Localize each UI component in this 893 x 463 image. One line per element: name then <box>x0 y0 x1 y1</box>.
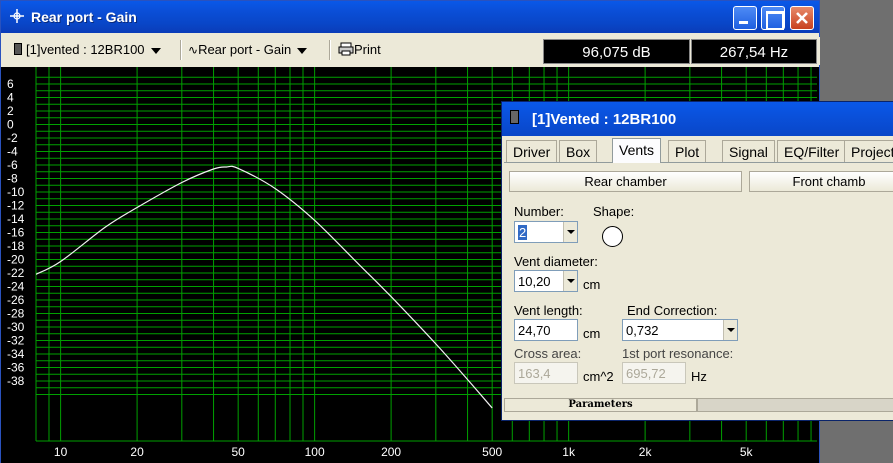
y-tick-label: -4 <box>7 145 18 159</box>
y-tick-label: -14 <box>7 212 25 226</box>
port-resonance-field: 695,72 <box>622 362 686 384</box>
desktop: Rear port - Gain [1]vented : 12BR100 ∿Re… <box>0 0 893 463</box>
graph-selector-label: Rear port - Gain <box>198 42 292 57</box>
toolbar-divider <box>180 40 182 60</box>
x-tick-label: 100 <box>305 445 325 459</box>
dialog-titlebar[interactable]: [1]Vented : 12BR100 <box>502 102 893 136</box>
vent-diameter-combo[interactable]: 10,20 <box>514 270 578 292</box>
tab-signal[interactable]: Signal <box>722 140 775 162</box>
y-tick-label: -16 <box>7 226 25 240</box>
y-tick-label: 0 <box>7 118 14 132</box>
toolbar-divider <box>329 40 331 60</box>
toolbar: [1]vented : 12BR100 ∿Rear port - Gain Pr… <box>2 37 820 65</box>
project-selector[interactable]: [1]vented : 12BR100 <box>14 42 161 57</box>
x-tick-label: 20 <box>130 445 144 459</box>
end-correction-value: 0,732 <box>626 323 659 338</box>
y-tick-label: -8 <box>7 172 18 186</box>
y-tick-label: -18 <box>7 239 25 253</box>
y-tick-label: -22 <box>7 266 25 280</box>
cross-area-label: Cross area: <box>514 346 582 361</box>
print-button[interactable]: Print <box>338 42 381 57</box>
chevron-down-icon <box>297 47 308 54</box>
front-chamber-button[interactable]: Front chamb <box>749 171 893 192</box>
vent-diameter-value: 10,20 <box>518 274 551 289</box>
y-tick-label: -2 <box>7 131 18 145</box>
tab-vents[interactable]: Vents <box>612 138 662 163</box>
port-resonance-label: 1st port resonance: <box>622 346 734 361</box>
tab-project[interactable]: Project <box>844 140 893 162</box>
status-pane-empty <box>697 398 893 412</box>
vent-diameter-unit: cm <box>583 277 601 292</box>
wave-icon: ∿ <box>188 43 199 57</box>
tab-driver[interactable]: Driver <box>506 140 558 162</box>
number-label: Number: <box>514 204 564 219</box>
y-tick-label: -12 <box>7 199 25 213</box>
gain-curve <box>36 165 493 409</box>
chevron-down-icon <box>150 47 161 54</box>
x-tick-label: 500 <box>482 445 502 459</box>
close-icon <box>796 12 808 24</box>
y-tick-label: -32 <box>7 334 25 348</box>
y-tick-label: -36 <box>7 361 25 375</box>
tab-eq-filter[interactable]: EQ/Filter <box>777 140 847 162</box>
cross-area-unit: cm^2 <box>583 369 614 384</box>
x-tick-label: 2k <box>639 445 653 459</box>
graph-selector[interactable]: ∿Rear port - Gain <box>188 42 308 57</box>
dialog-title: [1]Vented : 12BR100 <box>532 111 677 128</box>
status-parameters: Parameters <box>504 398 697 412</box>
chevron-down-icon[interactable] <box>723 320 737 340</box>
crosshair-icon <box>9 8 25 24</box>
y-tick-label: -20 <box>7 253 25 267</box>
end-correction-combo[interactable]: 0,732 <box>622 319 738 341</box>
chevron-down-icon[interactable] <box>563 222 577 242</box>
y-tick-label: 4 <box>7 91 14 105</box>
vents-panel: Rear chamber Front chamb Number: Shape: … <box>504 162 893 395</box>
y-tick-label: -28 <box>7 307 25 321</box>
y-tick-label: -10 <box>7 185 25 199</box>
x-tick-label: 50 <box>231 445 245 459</box>
printer-icon <box>338 42 354 56</box>
y-tick-label: -6 <box>7 158 18 172</box>
vent-length-label: Vent length: <box>514 303 583 318</box>
y-tick-label: -38 <box>7 374 25 388</box>
vented-dialog: [1]Vented : 12BR100 Driver Box Vents Plo… <box>501 101 893 421</box>
number-combo[interactable]: 2 <box>514 221 578 243</box>
y-tick-label: -24 <box>7 280 25 294</box>
speaker-icon <box>510 110 519 124</box>
tab-plot[interactable]: Plot <box>668 140 707 162</box>
tab-box[interactable]: Box <box>559 140 598 162</box>
hz-readout: 267,54 Hz <box>691 39 817 64</box>
vent-length-input[interactable]: 24,70 <box>514 319 578 341</box>
shape-label: Shape: <box>593 204 635 219</box>
x-tick-label: 5k <box>740 445 754 459</box>
dialog-statusbar: Parameters <box>504 398 893 412</box>
project-selector-label: [1]vented : 12BR100 <box>26 42 145 57</box>
circle-shape-icon[interactable] <box>602 226 623 247</box>
vent-diameter-label: Vent diameter: <box>514 254 598 269</box>
print-label: Print <box>354 42 381 57</box>
dialog-tabs: Driver Box Vents Plot Signal EQ/Filter P… <box>504 138 893 163</box>
x-tick-label: 200 <box>381 445 401 459</box>
number-value: 2 <box>518 225 528 240</box>
y-tick-label: -30 <box>7 320 25 334</box>
y-tick-label: 6 <box>7 77 14 91</box>
speaker-icon <box>14 43 22 55</box>
port-resonance-unit: Hz <box>691 369 707 384</box>
chevron-down-icon[interactable] <box>563 271 577 291</box>
minimize-button[interactable] <box>733 6 757 30</box>
cross-area-field: 163,4 <box>514 362 578 384</box>
end-correction-label: End Correction: <box>627 303 718 318</box>
y-tick-label: -26 <box>7 293 25 307</box>
vent-length-unit: cm <box>583 326 601 341</box>
window-title: Rear port - Gain <box>31 9 137 25</box>
close-button[interactable] <box>790 6 814 30</box>
main-titlebar[interactable]: Rear port - Gain <box>1 1 819 33</box>
x-tick-label: 1k <box>562 445 576 459</box>
x-tick-label: 10 <box>54 445 68 459</box>
y-tick-label: 2 <box>7 104 14 118</box>
y-tick-label: -34 <box>7 347 25 361</box>
db-readout: 96,075 dB <box>543 39 690 64</box>
maximize-button[interactable] <box>761 6 785 30</box>
rear-chamber-button[interactable]: Rear chamber <box>509 171 742 192</box>
